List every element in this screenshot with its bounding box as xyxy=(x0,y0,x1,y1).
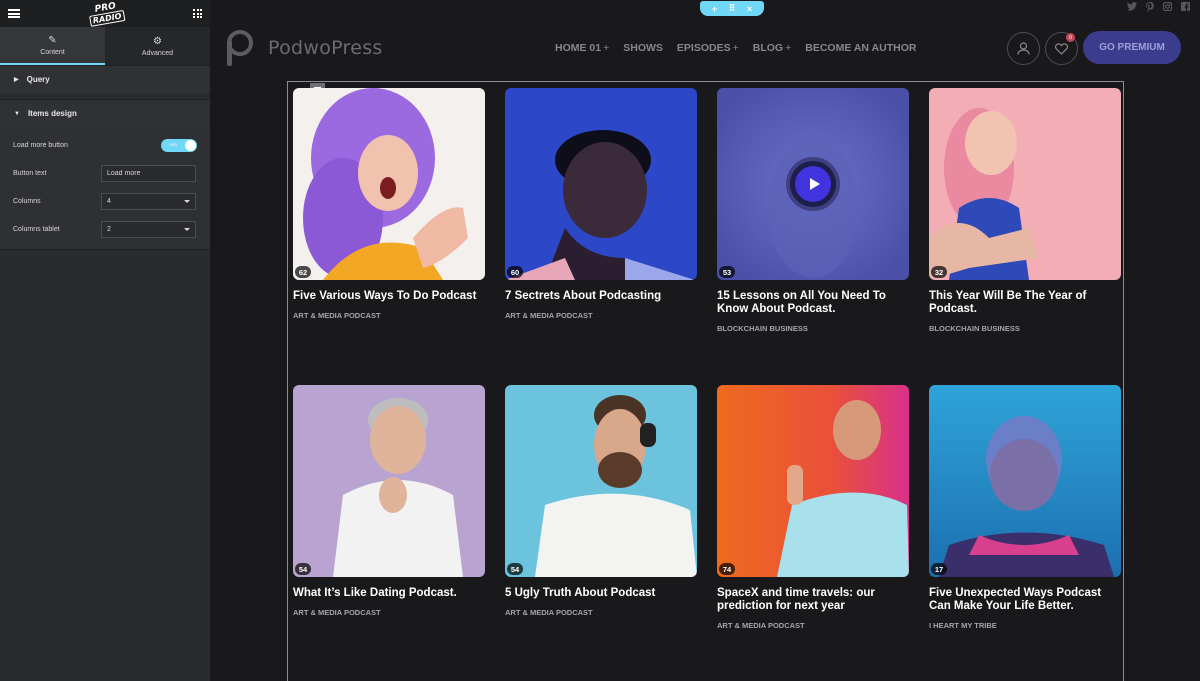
nav-item-shows[interactable]: SHOWS xyxy=(623,42,663,54)
podcast-category[interactable]: ART & MEDIA PODCAST xyxy=(717,621,909,630)
podcast-card: 74 SpaceX and time travels: our predicti… xyxy=(717,385,909,630)
podcast-thumbnail[interactable]: 32 xyxy=(929,88,1121,280)
podcast-title[interactable]: 5 Ugly Truth About Podcast xyxy=(505,587,697,600)
chevron-down-icon xyxy=(184,199,190,203)
section-items-design[interactable]: ▼ Items design xyxy=(0,99,210,127)
podcast-category[interactable]: ART & MEDIA PODCAST xyxy=(293,608,485,617)
podcast-card: 62 Five Various Ways To Do Podcast ART &… xyxy=(293,88,485,320)
nav-item-home[interactable]: HOME 01 + xyxy=(555,42,609,54)
podcast-category[interactable]: BLOCKCHAIN BUSINESS xyxy=(717,324,909,333)
favorites-count-badge: 0 xyxy=(1066,33,1075,42)
facebook-icon[interactable] xyxy=(1181,2,1190,14)
podcast-card: 54 5 Ugly Truth About Podcast ART & MEDI… xyxy=(505,385,697,617)
panel-header: PRO RADIO xyxy=(0,0,210,27)
episode-count-badge: 53 xyxy=(719,266,735,278)
user-icon xyxy=(1017,42,1030,55)
columns-tablet-select[interactable]: 2 xyxy=(101,220,196,238)
gear-icon: ⚙ xyxy=(153,35,162,47)
tab-advanced[interactable]: ⚙ Advanced xyxy=(105,27,210,65)
episode-count-badge: 60 xyxy=(507,266,523,278)
portrait-image xyxy=(293,385,485,577)
items-design-controls: Load more button YES Button text Columns… xyxy=(0,127,210,250)
podcast-category[interactable]: I HEART MY TRIBE xyxy=(929,621,1121,630)
brand-logo: PRO RADIO xyxy=(88,1,126,27)
portrait-image xyxy=(717,385,909,577)
portrait-image xyxy=(505,385,697,577)
editor-panel: PRO RADIO ✎ Content ⚙ Advanced ▶ Query ▼… xyxy=(0,0,210,681)
episode-count-badge: 74 xyxy=(719,563,735,575)
podcast-title[interactable]: This Year Will Be The Year of Podcast. xyxy=(929,290,1121,316)
nav-item-blog[interactable]: BLOG + xyxy=(753,42,791,54)
podcast-thumbnail[interactable]: 54 xyxy=(505,385,697,577)
episode-count-badge: 32 xyxy=(931,266,947,278)
nav-item-become-author[interactable]: BECOME AN AUTHOR xyxy=(805,42,916,54)
tab-content[interactable]: ✎ Content xyxy=(0,27,105,65)
social-links xyxy=(1127,1,1190,14)
go-premium-button[interactable]: GO PREMIUM xyxy=(1083,31,1181,64)
pencil-icon: ✎ xyxy=(48,34,57,46)
podcast-title[interactable]: SpaceX and time travels: our prediction … xyxy=(717,587,909,613)
section-handle: + ⠿ × xyxy=(700,1,764,16)
pinterest-icon[interactable] xyxy=(1146,2,1154,14)
play-icon xyxy=(809,178,820,190)
load-more-control: Load more button YES xyxy=(0,131,210,159)
play-button[interactable] xyxy=(790,161,836,207)
podcast-card: 17 Five Unexpected Ways Podcast Can Make… xyxy=(929,385,1121,630)
editor-window: PRO RADIO ✎ Content ⚙ Advanced ▶ Query ▼… xyxy=(0,0,1200,681)
add-section-icon[interactable]: + xyxy=(712,4,717,14)
panel-tabs: ✎ Content ⚙ Advanced xyxy=(0,27,210,65)
caret-down-icon: ▼ xyxy=(14,110,20,117)
podcast-thumbnail[interactable]: 60 xyxy=(505,88,697,280)
portrait-image xyxy=(505,88,697,280)
portrait-image xyxy=(929,88,1121,280)
close-icon[interactable]: × xyxy=(747,4,752,14)
site-logo[interactable]: PodwoPress xyxy=(227,30,383,66)
portrait-image xyxy=(293,88,485,280)
episode-count-badge: 54 xyxy=(507,563,523,575)
twitter-icon[interactable] xyxy=(1127,2,1137,14)
menu-icon[interactable] xyxy=(8,9,20,18)
drag-handle-icon[interactable]: ⠿ xyxy=(729,3,736,14)
instagram-icon[interactable] xyxy=(1162,1,1173,14)
episode-count-badge: 17 xyxy=(931,563,947,575)
button-text-control: Button text xyxy=(0,159,210,187)
main-nav: HOME 01 + SHOWS EPISODES + BLOG + BECOME AN… xyxy=(555,42,916,54)
episode-count-badge: 62 xyxy=(295,266,311,278)
podcast-title[interactable]: What It’s Like Dating Podcast. xyxy=(293,587,485,600)
columns-select[interactable]: 4 xyxy=(101,192,196,210)
portrait-image xyxy=(929,385,1121,577)
podcast-card: 60 7 Sectrets About Podcasting ART & MED… xyxy=(505,88,697,320)
logo-p-icon xyxy=(227,30,253,66)
podcast-thumbnail[interactable]: 17 xyxy=(929,385,1121,577)
heart-icon xyxy=(1055,42,1068,55)
section-query[interactable]: ▶ Query xyxy=(0,65,210,93)
podcast-title[interactable]: Five Unexpected Ways Podcast Can Make Yo… xyxy=(929,587,1121,613)
podcast-title[interactable]: 15 Lessons on All You Need To Know About… xyxy=(717,290,909,316)
podcast-card: 54 What It’s Like Dating Podcast. ART & … xyxy=(293,385,485,617)
podcast-thumbnail[interactable]: 62 xyxy=(293,88,485,280)
podcast-title[interactable]: Five Various Ways To Do Podcast xyxy=(293,290,485,303)
widgets-grid-icon[interactable] xyxy=(193,9,202,18)
columns-control: Columns 4 xyxy=(0,187,210,215)
podcast-category[interactable]: ART & MEDIA PODCAST xyxy=(505,311,697,320)
podcast-category[interactable]: ART & MEDIA PODCAST xyxy=(293,311,485,320)
columns-tablet-control: Columns tablet 2 xyxy=(0,215,210,243)
chevron-down-icon xyxy=(184,227,190,231)
podcast-title[interactable]: 7 Sectrets About Podcasting xyxy=(505,290,697,303)
load-more-toggle[interactable]: YES xyxy=(161,138,197,152)
podcast-card: 53 15 Lessons on All You Need To Know Ab… xyxy=(717,88,909,333)
podcast-category[interactable]: ART & MEDIA PODCAST xyxy=(505,608,697,617)
podcast-category[interactable]: BLOCKCHAIN BUSINESS xyxy=(929,324,1121,333)
site-preview: + ⠿ × PodwoPress HOME 01 + SHOWS EPISODE… xyxy=(210,0,1200,681)
podcast-thumbnail[interactable]: 74 xyxy=(717,385,909,577)
podcast-card: 32 This Year Will Be The Year of Podcast… xyxy=(929,88,1121,333)
episode-count-badge: 54 xyxy=(295,563,311,575)
nav-item-episodes[interactable]: EPISODES + xyxy=(677,42,739,54)
podcast-thumbnail[interactable]: 54 xyxy=(293,385,485,577)
podcast-thumbnail[interactable]: 53 xyxy=(717,88,909,280)
button-text-input[interactable] xyxy=(101,164,196,182)
caret-right-icon: ▶ xyxy=(14,77,19,83)
account-button[interactable] xyxy=(1007,32,1040,65)
